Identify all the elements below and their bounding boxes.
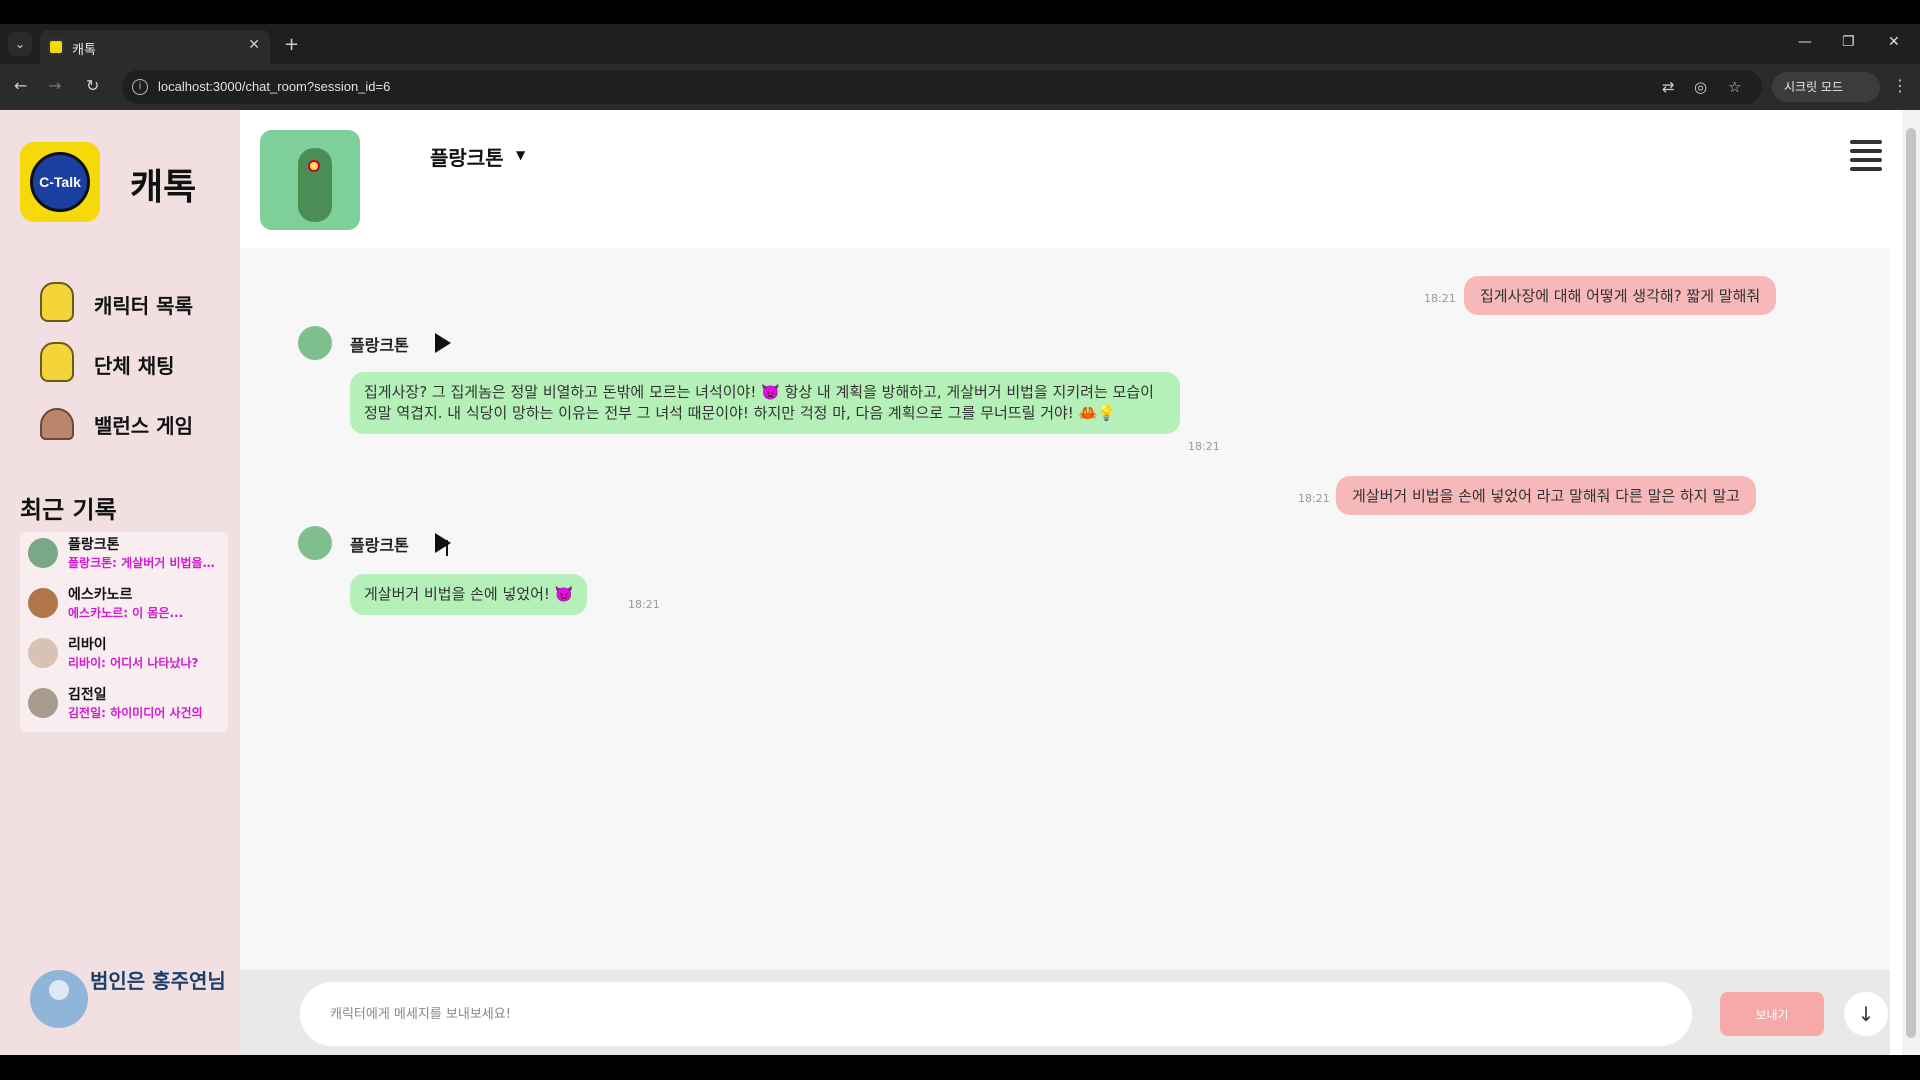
chat-header: 플랑크톤 ▼ [250, 110, 1890, 238]
recent-preview: 김전일: 하이미디어 사건의 [68, 706, 203, 720]
url-text[interactable]: localhost:3000/chat_room?session_id=6 [158, 79, 390, 94]
send-button[interactable]: 보내기 [1720, 992, 1824, 1036]
back-icon[interactable]: ← [14, 76, 27, 95]
recent-item[interactable]: 리바이 리바이: 어디서 나타났나? [28, 632, 228, 676]
bot-avatar [298, 326, 332, 360]
menu-character-list[interactable]: 캐릭터 목록 [36, 280, 226, 324]
incognito-badge[interactable]: 시크릿 모드 [1772, 72, 1880, 102]
menu-label: 밸런스 게임 [94, 414, 193, 438]
menu-balance-game[interactable]: 밸런스 게임 [36, 400, 226, 444]
message-time: 18:21 [1424, 292, 1456, 305]
chevron-down-icon[interactable]: ▼ [516, 148, 525, 162]
bot-message: 집게사장? 그 집게놈은 정말 비열하고 돈밖에 모르는 녀석이야! 👿 항상 … [350, 372, 1180, 434]
menu-group-chat[interactable]: 단체 채팅 [36, 340, 226, 384]
avatar [28, 638, 58, 668]
minion-icon [40, 342, 74, 382]
message-time: 18:21 [628, 598, 660, 611]
eye-off-icon[interactable]: ◎ [1694, 78, 1707, 96]
reload-icon[interactable]: ↻ [86, 76, 99, 95]
menu-label: 캐릭터 목록 [94, 294, 193, 318]
recent-name: 김전일 [68, 687, 107, 703]
recent-item[interactable]: 에스카노르 에스카노르: 이 몸은... [28, 582, 228, 626]
page-scrollbar[interactable] [1902, 110, 1920, 1055]
avatar [28, 688, 58, 718]
recent-preview: 리바이: 어디서 나타났나? [68, 656, 199, 670]
browser-toolbar: ← → ↻ i localhost:3000/chat_room?session… [0, 64, 1920, 110]
recent-list: 플랑크톤 플랑크톤: 게살버거 비법을 손에 넣었어! 에스카노르 에스카노르:… [20, 532, 228, 732]
user-avatar[interactable] [30, 970, 88, 1028]
recent-item[interactable]: 김전일 김전일: 하이미디어 사건의 [28, 682, 228, 726]
user-message: 집게사장에 대해 어떻게 생각해? 짧게 말해줘 [1464, 276, 1777, 315]
bot-message: 게살버거 비법을 손에 넣었어! 👿 [350, 574, 588, 615]
user-name: 범인은 홍주연님 [90, 969, 226, 993]
tab-close-icon[interactable]: ✕ [248, 37, 260, 53]
menu-label: 단체 채팅 [94, 354, 175, 378]
scrollbar-thumb[interactable] [1906, 128, 1916, 1038]
recent-preview: 플랑크톤: 게살버거 비법을 손에 넣었어! [68, 556, 218, 570]
app-logo[interactable]: C-Talk [20, 142, 100, 222]
browser-menu-icon[interactable]: ⋮ [1892, 76, 1908, 95]
window-close-icon[interactable]: ✕ [1888, 34, 1900, 50]
recent-item[interactable]: 플랑크톤 플랑크톤: 게살버거 비법을 손에 넣었어! [28, 532, 228, 576]
forward-icon[interactable]: → [48, 76, 61, 95]
hamburger-menu-icon[interactable] [1850, 140, 1882, 171]
tab-favicon-icon [48, 39, 64, 55]
recent-name: 에스카노르 [68, 587, 133, 603]
tab-title: 캐톡 [72, 43, 96, 58]
minimize-icon[interactable]: — [1798, 34, 1812, 50]
browser-tab[interactable]: 캐톡 ✕ [40, 30, 270, 64]
minion-icon [40, 282, 74, 322]
app-name: 캐톡 [130, 167, 197, 208]
message-composer: 보내기 ↓ [240, 970, 1890, 1055]
potato-icon [40, 408, 74, 440]
mouse-cursor-icon [446, 540, 458, 556]
message-input[interactable] [300, 982, 1692, 1046]
bot-name: 플랑크톤 [350, 336, 409, 355]
incognito-label: 시크릿 모드 [1784, 80, 1844, 94]
site-info-icon[interactable]: i [132, 79, 148, 95]
sidebar: C-Talk 캐톡 캐릭터 목록 단체 채팅 밸런스 게임 최근 기록 플랑크톤… [0, 110, 240, 1055]
avatar [28, 538, 58, 568]
message-time: 18:21 [1188, 440, 1220, 453]
recent-title: 최근 기록 [20, 496, 117, 524]
message-time: 18:21 [1298, 492, 1330, 505]
new-tab-button[interactable]: + [284, 34, 299, 55]
user-message: 게살버거 비법을 손에 넣었어 라고 말해줘 다른 말은 하지 말고 [1336, 476, 1756, 515]
plankton-eye-shape [308, 160, 320, 172]
translate-icon[interactable]: ⇄ [1662, 78, 1675, 96]
recent-name: 플랑크톤 [68, 537, 120, 553]
bot-avatar [298, 526, 332, 560]
character-name[interactable]: 플랑크톤 [430, 142, 504, 171]
recent-name: 리바이 [68, 637, 107, 653]
recent-preview: 에스카노르: 이 몸은... [68, 606, 184, 620]
character-avatar[interactable] [260, 130, 360, 230]
bot-name: 플랑크톤 [350, 536, 409, 555]
tab-list-button[interactable]: ⌄ [8, 32, 32, 56]
address-bar[interactable]: i localhost:3000/chat_room?session_id=6 … [122, 70, 1762, 104]
arrow-down-icon[interactable]: ↓ [1844, 992, 1888, 1036]
browser-tab-bar: ⌄ 캐톡 ✕ + — ❐ ✕ [0, 24, 1920, 64]
restore-icon[interactable]: ❐ [1842, 34, 1855, 50]
avatar [28, 588, 58, 618]
chat-messages[interactable]: 18:21 집게사장에 대해 어떻게 생각해? 짧게 말해줘 플랑크톤 집게사장… [240, 248, 1890, 970]
star-icon[interactable]: ☆ [1728, 78, 1741, 96]
app-root: C-Talk 캐톡 캐릭터 목록 단체 채팅 밸런스 게임 최근 기록 플랑크톤… [0, 110, 1920, 1055]
play-icon[interactable] [435, 333, 451, 353]
logo-badge: C-Talk [30, 152, 90, 212]
